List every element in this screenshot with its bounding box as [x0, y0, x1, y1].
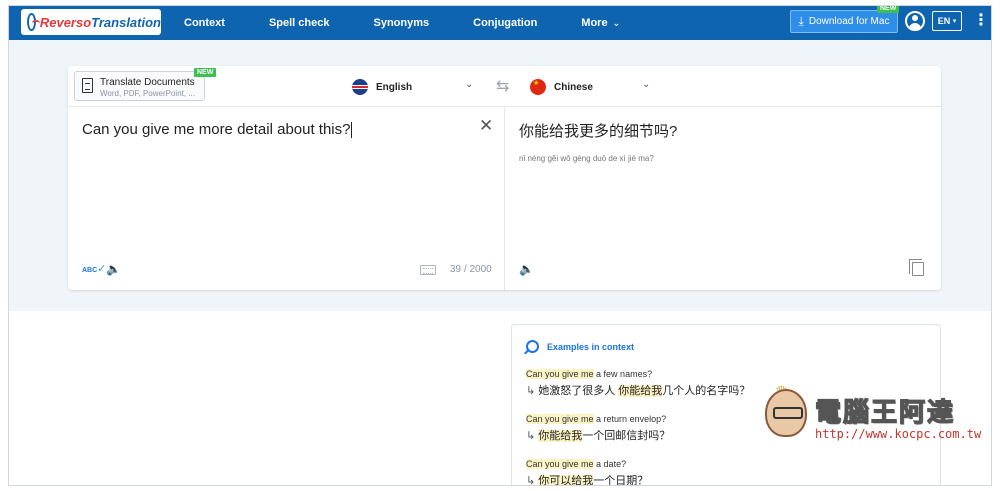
china-flag-icon — [530, 79, 546, 95]
interface-language-button[interactable]: EN ▾ — [932, 11, 962, 31]
logo-reverso-text: Reverso — [39, 14, 92, 30]
example-source-highlight: Can you give me — [526, 414, 594, 424]
examples-title: Examples in context — [547, 341, 635, 352]
document-icon — [82, 78, 93, 93]
interface-language-label: EN — [937, 16, 951, 26]
translate-documents-title: Translate Documents — [100, 77, 195, 88]
source-text-input[interactable]: Can you give me more detail about this? — [82, 121, 353, 139]
top-nav: ReversoTranslation Context Spell check S… — [9, 6, 991, 40]
translate-documents-subtitle: Word, PDF, PowerPoint, ... — [100, 89, 195, 98]
target-speaker-icon[interactable]: 🔈 — [519, 262, 534, 276]
chevron-down-icon: ⌄ — [612, 17, 621, 28]
translator-header: Translate Documents Word, PDF, PowerPoin… — [68, 66, 941, 107]
example-target-highlight: 你能给我 — [618, 385, 663, 397]
caret-down-icon: ▾ — [952, 18, 957, 25]
example-target-post: 几个人的名字吗？ — [662, 385, 751, 397]
text-cursor — [351, 122, 353, 139]
example-source-highlight: Can you give me — [526, 369, 594, 379]
example-source-rest: a few names? — [593, 369, 653, 379]
translation-output: 你能给我更多的细节吗? — [519, 123, 678, 140]
watermark-title: 電腦王阿達 — [814, 396, 956, 427]
watermark-url: http://www.kocpc.com.tw — [815, 427, 982, 441]
download-icon: ⤓ — [798, 14, 804, 28]
source-text-value: Can you give me more detail about this? — [82, 121, 351, 138]
logo-translation-text: Translation — [91, 14, 161, 30]
return-arrow-icon: ↳ — [526, 475, 536, 486]
return-arrow-icon: ↳ — [526, 385, 536, 397]
example-item[interactable]: Can you give me a return envelop? ↳ 你能给我一… — [526, 414, 670, 443]
source-language-label: English — [376, 81, 413, 93]
spellcheck-abc-label: ABC — [82, 267, 98, 274]
nav-item-context[interactable]: Context — [184, 17, 225, 29]
translator-card: Translate Documents Word, PDF, PowerPoin… — [68, 66, 941, 290]
character-counter: 39 / 2000 — [450, 264, 492, 275]
target-language-select[interactable]: Chinese — [530, 78, 593, 96]
example-source-rest: a return envelop? — [593, 414, 667, 424]
example-source-rest: a date? — [593, 459, 627, 469]
example-target-highlight: 你可以给我 — [538, 475, 594, 486]
nav-item-synonyms[interactable]: Synonyms — [374, 17, 430, 29]
keyboard-icon[interactable] — [420, 265, 436, 275]
download-new-badge: NEW — [877, 6, 900, 13]
magnifier-icon — [526, 340, 539, 353]
example-target-highlight: 你能给我 — [538, 430, 583, 442]
nav-item-conjugation[interactable]: Conjugation — [473, 17, 537, 29]
user-icon[interactable] — [905, 11, 925, 31]
source-language-chevron-icon[interactable]: ⌄ — [465, 79, 473, 90]
example-item[interactable]: Can you give me a date? ↳ 你可以给我一个日期？ — [526, 459, 649, 486]
uk-flag-icon — [352, 79, 368, 95]
pinyin-transliteration: nǐ néng gěi wǒ gèng duō de xì jié ma? — [519, 154, 654, 163]
example-target-post: 一个回邮信封吗？ — [582, 430, 671, 442]
target-language-label: Chinese — [554, 81, 593, 93]
return-arrow-icon: ↳ — [526, 430, 536, 442]
documents-new-badge: NEW — [194, 68, 217, 77]
reverso-logo[interactable]: ReversoTranslation — [21, 9, 161, 35]
example-target-pre: 她激怒了很多人 — [538, 385, 619, 397]
mascot-face-icon — [765, 389, 807, 437]
example-source-highlight: Can you give me — [526, 459, 594, 469]
download-mac-label: Download for Mac — [808, 16, 890, 27]
nav-item-more[interactable]: More ⌄ — [581, 17, 620, 29]
speaker-icon[interactable]: 🔈 — [106, 262, 121, 276]
close-icon[interactable]: ✕ — [479, 116, 493, 136]
download-mac-button[interactable]: ⤓ Download for Mac — [790, 10, 898, 33]
example-target-post: 一个日期？ — [593, 475, 649, 486]
reverso-logo-icon — [27, 13, 40, 31]
translate-documents-button[interactable]: Translate Documents Word, PDF, PowerPoin… — [74, 71, 205, 101]
examples-header[interactable]: Examples in context — [526, 340, 634, 353]
copy-icon[interactable] — [909, 259, 924, 276]
kebab-menu-icon[interactable]: ⋮ — [973, 11, 989, 31]
site-watermark: ♛ 電腦王阿達 http://www.kocpc.com.tw — [765, 383, 981, 447]
swap-icon[interactable]: ⇆ — [496, 76, 509, 96]
example-item[interactable]: Can you give me a few names? ↳ 她激怒了很多人 你能… — [526, 369, 750, 398]
nav-item-spell-check[interactable]: Spell check — [269, 17, 330, 29]
target-language-chevron-icon[interactable]: ⌄ — [642, 79, 650, 90]
nav-menu: Context Spell check Synonyms Conjugation… — [184, 6, 664, 40]
spellcheck-icon[interactable]: ABC✓ — [82, 262, 106, 275]
source-language-select[interactable]: English — [352, 78, 412, 96]
panel-divider — [504, 107, 505, 290]
nav-item-more-label: More — [581, 17, 608, 29]
